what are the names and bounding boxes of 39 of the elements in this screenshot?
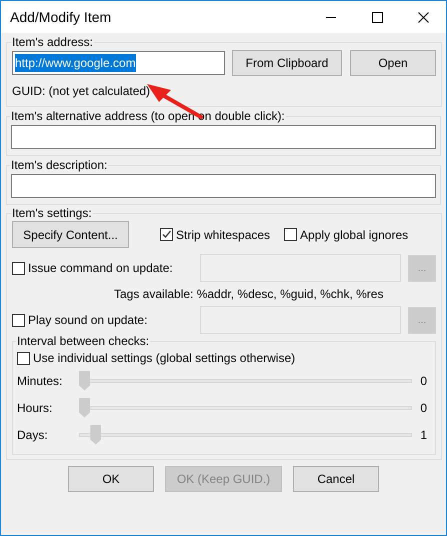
button[interactable]: OK <box>68 466 154 492</box>
checkbox-label[interactable]: Issue command on update: <box>28 259 173 277</box>
group-label: Item's settings: <box>11 206 93 220</box>
slider[interactable] <box>79 398 412 418</box>
slider-value: 0 <box>419 372 428 390</box>
checkbox[interactable] <box>17 352 30 364</box>
checkbox-label[interactable]: Use individual settings (global settings otherwise) <box>33 349 296 367</box>
button[interactable]: Open <box>350 50 436 76</box>
slider-label: Days: <box>17 426 49 444</box>
checkbox-label[interactable]: Apply global ignores <box>300 226 408 244</box>
slider-thumb[interactable] <box>79 398 90 418</box>
button[interactable]: Specify Content... <box>12 221 129 248</box>
slider-thumb[interactable] <box>79 370 90 390</box>
checkbox-label[interactable]: Strip whitespaces <box>176 226 270 244</box>
checkbox-label[interactable]: Play sound on update: <box>28 311 148 329</box>
checkbox[interactable] <box>160 228 173 241</box>
slider-thumb[interactable] <box>90 424 102 444</box>
checkbox[interactable] <box>284 228 298 241</box>
tags-note: Tags available: %addr, %desc, %guid, %chk, %res <box>114 286 384 303</box>
button[interactable]: Cancel <box>293 466 379 492</box>
close-icon[interactable] <box>418 12 428 22</box>
checkbox[interactable] <box>12 262 25 274</box>
group-label: Item's description: <box>10 158 108 172</box>
checkbox[interactable] <box>12 314 25 326</box>
button[interactable]: From Clipboard <box>232 50 342 76</box>
slider-label: Hours: <box>17 400 54 416</box>
slider-label: Minutes: <box>17 372 64 390</box>
slider-value: 1 <box>419 426 428 444</box>
group-label: Item's address: <box>11 35 94 49</box>
input-field[interactable] <box>11 174 436 198</box>
maximize-icon[interactable] <box>372 12 382 22</box>
slider[interactable] <box>79 370 412 390</box>
group-label: Interval between checks: <box>16 334 150 348</box>
guid-text: GUID: (not yet calculated) <box>12 83 152 100</box>
input-field[interactable] <box>11 125 436 149</box>
slider[interactable] <box>79 424 412 444</box>
slider-value: 0 <box>419 400 428 416</box>
input-field[interactable]: http://www.google.com <box>12 51 225 75</box>
window-title: Add/Modify Item <box>10 8 112 27</box>
